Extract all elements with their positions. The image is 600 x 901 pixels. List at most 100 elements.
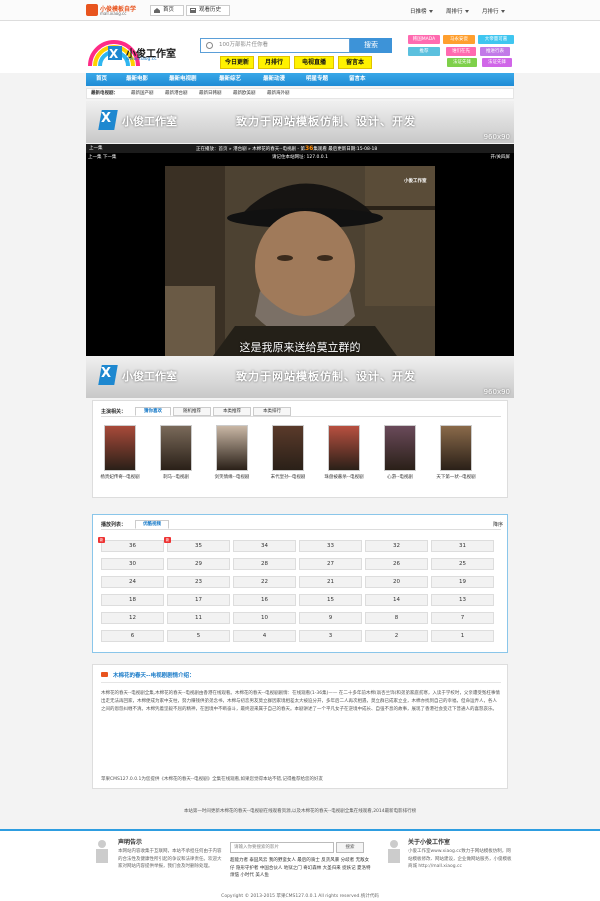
poster-image[interactable] xyxy=(384,425,416,471)
player-fullscreen[interactable]: 开/关四屏 xyxy=(490,154,510,160)
history-link[interactable]: 观看历史 xyxy=(186,5,230,16)
episode-button[interactable]: 31 xyxy=(431,540,494,552)
prev-episode-link[interactable]: 上一集 xyxy=(89,144,103,153)
sort-order[interactable]: 降序 xyxy=(493,521,503,528)
episode-button[interactable]: 18 xyxy=(101,594,164,606)
nav-variety[interactable]: 最新综艺 xyxy=(219,73,241,86)
episode-button[interactable]: 25 xyxy=(431,558,494,570)
ad-banner-bottom[interactable]: X 小俊工作室 致力于网站模板仿制、设计、开发 960x90 xyxy=(86,356,514,398)
poster-image[interactable] xyxy=(160,425,192,471)
episode-button[interactable]: 32 xyxy=(365,540,428,552)
episode-button[interactable]: 17 xyxy=(167,594,230,606)
quick-link-guestbook[interactable]: 留言本 xyxy=(338,56,372,69)
poster-title[interactable]: 杨贵妃传奇--电视剧 xyxy=(98,474,142,480)
subnav-item-western[interactable]: 最新欧美剧 xyxy=(233,89,256,98)
episode-button[interactable]: 28 xyxy=(233,558,296,570)
episode-button[interactable]: 16 xyxy=(233,594,296,606)
crumb-category[interactable]: 港台剧 xyxy=(233,147,247,152)
hot-tag-1[interactable]: 韩国MADA xyxy=(408,35,440,44)
episode-button[interactable]: 15 xyxy=(299,594,362,606)
episode-button[interactable]: 6 xyxy=(101,630,164,642)
hot-tag-6[interactable]: 推进行表 xyxy=(480,47,510,56)
episode-button[interactable]: 36 新 xyxy=(98,537,164,552)
hot-tag-7[interactable]: 法证先锋 xyxy=(447,58,477,67)
episode-button[interactable]: 21 xyxy=(299,576,362,588)
tab-same-category[interactable]: 本类推荐 xyxy=(213,407,251,416)
hot-tag-3[interactable]: 大帝量可嘉 xyxy=(478,35,514,44)
poster-image[interactable] xyxy=(272,425,304,471)
episode-button[interactable]: 19 xyxy=(431,576,494,588)
crumb-title[interactable]: 木棉花的春天--电视剧 xyxy=(252,147,296,152)
quick-link-tv-live[interactable]: 电视直播 xyxy=(294,56,334,69)
site-logo-small[interactable]: 小俊模板自学 mall.xiaog.cc xyxy=(86,3,144,18)
poster-image[interactable] xyxy=(328,425,360,471)
menu-monthly[interactable]: 月排行 xyxy=(482,7,505,15)
hot-keywords[interactable]: 超能力者 泰囧风云 我的野蛮女人 最后的骑士 反贪风暴 分歧者 无敌女仔 隐形守… xyxy=(230,857,372,880)
episode-button[interactable]: 8 xyxy=(365,612,428,624)
episode-button[interactable]: 2 xyxy=(365,630,428,642)
poster-title[interactable]: 末代皇孙--电视剧 xyxy=(266,474,310,480)
subnav-item-mainland[interactable]: 最新国产剧 xyxy=(131,89,154,98)
nav-stars[interactable]: 明星专题 xyxy=(306,73,328,86)
hot-tag-4[interactable]: 推荐 xyxy=(408,47,440,56)
tab-category-rank[interactable]: 本类排行 xyxy=(253,407,291,416)
poster-title[interactable]: 珠盘被蔽杀--电视剧 xyxy=(322,474,366,480)
episode-button[interactable]: 33 xyxy=(299,540,362,552)
quick-link-monthly[interactable]: 月排行 xyxy=(258,56,290,69)
poster-image[interactable] xyxy=(440,425,472,471)
episode-button[interactable]: 30 xyxy=(101,558,164,570)
nav-anime[interactable]: 最新动漫 xyxy=(263,73,285,86)
episode-button[interactable]: 35 新 xyxy=(164,537,230,552)
menu-daily[interactable]: 日推榜 xyxy=(410,7,433,15)
tab-youku[interactable]: 优酷视频 xyxy=(135,520,169,529)
episode-button[interactable]: 9 xyxy=(299,612,362,624)
episode-button[interactable]: 29 xyxy=(167,558,230,570)
episode-button[interactable]: 10 xyxy=(233,612,296,624)
episode-button[interactable]: 27 xyxy=(299,558,362,570)
nav-tv[interactable]: 最新电视剧 xyxy=(169,73,197,86)
quick-link-today[interactable]: 今日更新 xyxy=(220,56,254,69)
site-logo[interactable]: X 小俊工作室 www.xiaog.cc xyxy=(88,26,188,70)
poster-title[interactable]: 剑笑情缘--电视剧 xyxy=(210,474,254,480)
episode-button[interactable]: 34 xyxy=(233,540,296,552)
poster-title[interactable]: 刺马--电视剧 xyxy=(154,474,198,480)
episode-button[interactable]: 12 xyxy=(101,612,164,624)
nav-guestbook[interactable]: 留言本 xyxy=(349,73,366,86)
subnav-item-overseas[interactable]: 最新海外剧 xyxy=(267,89,290,98)
nav-home[interactable]: 首页 xyxy=(96,73,107,86)
video-frame[interactable]: 小俊工作室 这是我原来送给莫立群的 xyxy=(165,166,435,367)
tab-guess-you-like[interactable]: 猜你喜欢 xyxy=(135,407,171,416)
tab-random[interactable]: 随机推荐 xyxy=(173,407,211,416)
episode-button[interactable]: 13 xyxy=(431,594,494,606)
search-button[interactable]: 搜索 xyxy=(350,38,392,53)
episode-button[interactable]: 20 xyxy=(365,576,428,588)
hot-tag-8[interactable]: 法证先锋 xyxy=(482,58,512,67)
episode-button[interactable]: 7 xyxy=(431,612,494,624)
poster-image[interactable] xyxy=(104,425,136,471)
footer-search-button[interactable]: 搜索 xyxy=(336,842,364,853)
episode-button[interactable]: 26 xyxy=(365,558,428,570)
episode-button[interactable]: 5 xyxy=(167,630,230,642)
poster-image[interactable] xyxy=(216,425,248,471)
episode-button[interactable]: 1 xyxy=(431,630,494,642)
episode-button[interactable]: 4 xyxy=(233,630,296,642)
poster-title[interactable]: 心游--电视剧 xyxy=(378,474,422,480)
episode-button[interactable]: 3 xyxy=(299,630,362,642)
episode-button[interactable]: 11 xyxy=(167,612,230,624)
menu-weekly[interactable]: 周排行 xyxy=(446,7,469,15)
episode-button[interactable]: 14 xyxy=(365,594,428,606)
subnav-item-hktw[interactable]: 最新港台剧 xyxy=(165,89,188,98)
ad-banner-top[interactable]: X 小俊工作室 致力于网站模板仿制、设计、开发 960x90 xyxy=(86,101,514,143)
subnav-item-jpkr[interactable]: 最新日韩剧 xyxy=(199,89,222,98)
episode-button[interactable]: 22 xyxy=(233,576,296,588)
video-player[interactable]: 上一集 下一集 请记住本站网址: 127.0.0.1 开/关四屏 小俊工作室 这… xyxy=(86,153,514,367)
crumb-home[interactable]: 首页 xyxy=(219,147,228,152)
episode-button[interactable]: 23 xyxy=(167,576,230,588)
footer-search-input[interactable]: 请输入你要搜索的影片 xyxy=(230,842,334,853)
poster-title[interactable]: 天下第一状--电视剧 xyxy=(434,474,478,480)
hot-tag-2[interactable]: 马永安瓷 xyxy=(443,35,475,44)
nav-movies[interactable]: 最新电影 xyxy=(126,73,148,86)
episode-button[interactable]: 24 xyxy=(101,576,164,588)
search-input[interactable]: 100万部影片任你看 xyxy=(200,38,350,53)
home-link[interactable]: 首页 xyxy=(150,5,184,16)
